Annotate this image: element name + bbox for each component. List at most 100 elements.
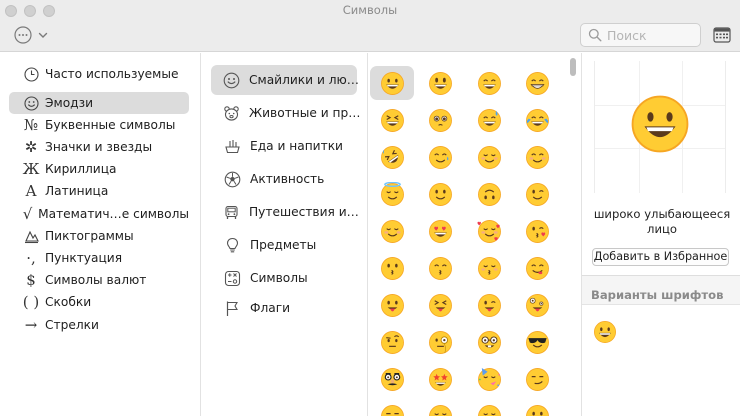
emoji-cell-winking-face-with-tongue[interactable] xyxy=(467,288,511,322)
emoji-cell-face-savoring-food[interactable] xyxy=(516,251,560,285)
view-toggle-grid-icon[interactable] xyxy=(713,27,731,43)
emoji-cell-smiling-face-with-hearts[interactable] xyxy=(467,214,511,248)
sidebar-item-punctuation[interactable]: ·, Пунктуация xyxy=(9,247,189,269)
emoji-cell-squinting-face[interactable] xyxy=(370,103,414,137)
category-smileys-people[interactable]: Смайлики и лю… xyxy=(211,65,359,95)
emoji-cell-squinting-face-with-tongue[interactable] xyxy=(419,288,463,322)
kissing-face-closed-eyes-emoji-icon xyxy=(477,256,501,280)
emoji-cell-smiling-face-with-heart-eyes[interactable] xyxy=(419,214,463,248)
sidebar-item-letterlike-symbols[interactable]: № Буквенные символы xyxy=(9,114,189,136)
emoji-cell-face-with-tongue[interactable] xyxy=(370,288,414,322)
search-icon xyxy=(588,28,602,42)
emoji-cell-winking-face[interactable] xyxy=(516,177,560,211)
emoji-cell-relieved-face[interactable] xyxy=(370,214,414,248)
emoji-cell-face-holding-back-tears[interactable] xyxy=(419,103,463,137)
car-icon xyxy=(223,203,240,221)
font-variant-grinning-face[interactable] xyxy=(590,317,620,347)
emoji-cell-smiling-face-with-sunglasses[interactable] xyxy=(516,325,560,359)
category-animals-nature[interactable]: Животные и пр… xyxy=(211,98,361,128)
sidebar-item-emoji[interactable]: Эмодзи xyxy=(9,92,189,114)
emoji-cell-disappointed-face[interactable] xyxy=(419,399,463,416)
winking-face-with-tongue-emoji-icon xyxy=(477,293,501,317)
emoji-cell-nerd-face[interactable] xyxy=(467,325,511,359)
arrow-right-icon: → xyxy=(24,316,38,334)
kissing-face-smiling-eyes-emoji-icon xyxy=(429,256,452,280)
sidebar-item-pictographs[interactable]: Пиктограммы xyxy=(9,225,189,247)
emoji-cell-smiling-face-with-halo[interactable] xyxy=(370,177,414,211)
emoji-cell-beaming-face[interactable] xyxy=(516,66,560,100)
emoji-cell-grinning-face-big-eyes[interactable] xyxy=(419,66,463,100)
winking-face-emoji-icon xyxy=(526,182,549,206)
emoji-cell-pensive-face[interactable] xyxy=(467,399,511,416)
emoji-cell-kissing-face-smiling-eyes[interactable] xyxy=(419,251,463,285)
category-travel-places[interactable]: Путешествия и… xyxy=(211,197,359,227)
emoji-grid-scrollbar[interactable] xyxy=(570,58,576,76)
category-symbols[interactable]: Символы xyxy=(211,263,357,293)
window-title: Символы xyxy=(342,3,398,17)
emoji-cell-worried-face[interactable] xyxy=(516,399,560,416)
category-label: Активность xyxy=(250,172,325,186)
emoji-cell-partying-face[interactable] xyxy=(467,362,511,396)
emoji-cell-face-blowing-kiss[interactable] xyxy=(516,214,560,248)
sidebar-item-label: Кириллица xyxy=(45,162,117,176)
more-options-button[interactable] xyxy=(13,26,33,44)
emoji-cell-smiling-face[interactable] xyxy=(467,140,511,174)
sidebar-item-math-symbols[interactable]: √ Математич…е символы xyxy=(9,203,189,225)
sidebar-item-label: Значки и звезды xyxy=(45,140,153,154)
soccer-ball-icon xyxy=(223,170,241,188)
grinning-face-big-eyes-emoji-icon xyxy=(429,71,452,95)
category-food-drink[interactable]: Еда и напитки xyxy=(211,131,357,161)
emoji-cell-smirking-face[interactable] xyxy=(516,362,560,396)
latin-icon: A xyxy=(25,182,37,200)
worried-face-emoji-icon xyxy=(526,404,549,416)
emoji-cell-upside-down-face[interactable] xyxy=(467,177,511,211)
font-variants-label: Варианты шрифтов xyxy=(591,288,724,302)
emoji-cell-grinning-face[interactable] xyxy=(370,66,414,100)
sidebar-item-currency-symbols[interactable]: $ Символы валют xyxy=(9,269,189,291)
search-input[interactable] xyxy=(607,27,697,43)
chevron-down-icon[interactable] xyxy=(37,29,49,41)
emoji-cell-face-with-monocle[interactable] xyxy=(419,325,463,359)
emoji-cell-kissing-face[interactable] xyxy=(370,251,414,285)
sidebar-item-label: Буквенные символы xyxy=(45,118,176,132)
face-savoring-food-emoji-icon xyxy=(526,256,549,280)
emoji-cell-grinning-face-sweat[interactable] xyxy=(467,103,511,137)
smiling-face-emoji-icon xyxy=(477,145,501,169)
category-activity[interactable]: Активность xyxy=(211,164,357,194)
emoji-detail-panel: широко улыбающееся лицо Добавить в Избра… xyxy=(582,53,740,416)
sidebar-item-cyrillic[interactable]: Ж Кириллица xyxy=(9,158,189,180)
emoji-cell-slightly-smiling-face[interactable] xyxy=(419,177,463,211)
face-with-tongue-emoji-icon xyxy=(380,293,404,317)
category-label: Еда и напитки xyxy=(250,139,343,153)
emoji-cell-kissing-face-closed-eyes[interactable] xyxy=(467,251,511,285)
category-label: Предметы xyxy=(250,238,317,252)
smiling-face-with-hearts-emoji-icon xyxy=(476,219,501,243)
emoji-cell-disguised-face[interactable] xyxy=(370,362,414,396)
sidebar-item-arrows[interactable]: → Стрелки xyxy=(9,314,189,336)
emoji-cell-face-with-tears-of-joy[interactable] xyxy=(516,103,560,137)
category-objects[interactable]: Предметы xyxy=(211,230,357,260)
emoji-cell-zany-face[interactable] xyxy=(516,288,560,322)
category-flags[interactable]: Флаги xyxy=(211,293,357,323)
sidebar-item-signs-stars[interactable]: ✲ Значки и звезды xyxy=(9,136,189,158)
category-label: Животные и пр… xyxy=(249,106,361,120)
sidebar-item-brackets[interactable]: ( ) Скобки xyxy=(9,291,189,313)
kissing-face-emoji-icon xyxy=(380,256,404,280)
square-root-icon: √ xyxy=(22,205,33,223)
add-to-favorites-button[interactable]: Добавить в Избранное xyxy=(592,248,729,266)
asterisk-icon: ✲ xyxy=(24,138,38,156)
flag-icon xyxy=(223,299,241,317)
partying-face-emoji-icon xyxy=(477,367,501,391)
emoji-cell-star-struck[interactable] xyxy=(419,362,463,396)
emoji-cell-smiling-face-with-tear[interactable] xyxy=(419,140,463,174)
sidebar-item-frequently-used[interactable]: Часто используемые xyxy=(9,63,189,85)
emoji-cell-rolling-on-floor-laughing[interactable] xyxy=(370,140,414,174)
emoji-preview xyxy=(594,61,726,193)
emoji-cell-grinning-face-smiling-eyes[interactable] xyxy=(467,66,511,100)
smiling-face-with-smiling-eyes-emoji-icon xyxy=(526,145,549,169)
emoji-cell-smiling-face-with-smiling-eyes[interactable] xyxy=(516,140,560,174)
search-field[interactable] xyxy=(580,23,701,47)
emoji-cell-face-with-raised-eyebrow[interactable] xyxy=(370,325,414,359)
sidebar-item-latin[interactable]: A Латиница xyxy=(9,180,189,202)
emoji-cell-unamused-face[interactable] xyxy=(370,399,414,416)
